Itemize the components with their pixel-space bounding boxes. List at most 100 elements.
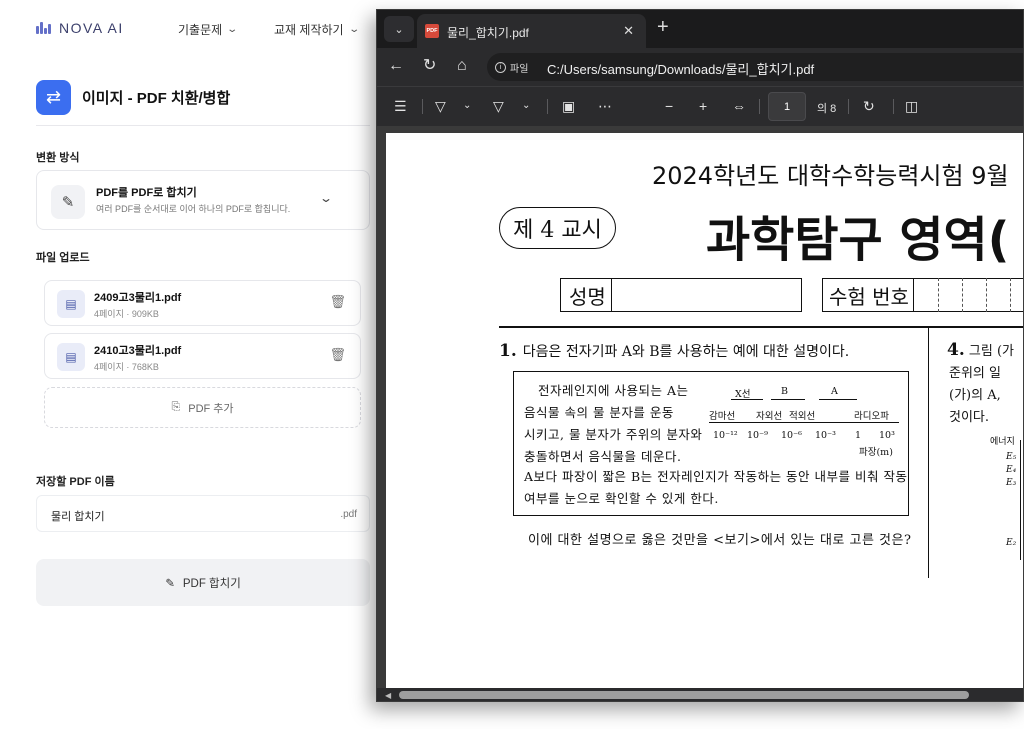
pdf-name-value[interactable]: 물리 합치기 bbox=[51, 508, 105, 524]
add-pdf-button[interactable]: ⎘ PDF 추가 bbox=[44, 387, 361, 428]
question-4-line: (가)의 A, bbox=[949, 388, 1001, 403]
toolbar-divider bbox=[422, 99, 423, 114]
merge-app-panel: NOVA AI 기출문제 ⌄ 교재 제작하기 ⌄ ⇄ 이미지 - PDF 치환/… bbox=[0, 0, 380, 729]
tick-label: 10⁻³ bbox=[815, 430, 836, 441]
passage-line: 음식물 속의 물 분자를 운동 bbox=[524, 405, 674, 420]
energy-level: E₃ bbox=[1006, 478, 1017, 488]
more-icon[interactable]: ⋯ bbox=[598, 98, 612, 114]
pdf-page: 2024학년도 대학수학능력시험 9월 제 4 교시 과학탐구 영역( 성명 수… bbox=[386, 133, 1023, 693]
save-name-label: 저장할 PDF 이름 bbox=[36, 476, 115, 488]
chevron-down-icon: ⌄ bbox=[394, 23, 404, 36]
highlight-icon[interactable]: ▽ bbox=[435, 98, 446, 114]
logo-bars-icon bbox=[36, 22, 53, 34]
column-rule bbox=[928, 328, 929, 578]
logo-text: NOVA AI bbox=[59, 20, 124, 36]
toolbar-divider bbox=[893, 99, 894, 114]
merge-pdf-button[interactable]: ✎ PDF 합치기 bbox=[36, 559, 370, 606]
tick-label: 10⁻¹² bbox=[713, 430, 738, 441]
home-icon[interactable]: ⌂ bbox=[457, 56, 467, 76]
page-view-icon[interactable]: ◫ bbox=[905, 98, 918, 114]
section-rule bbox=[499, 326, 1023, 328]
document-area[interactable]: 2024학년도 대학수학능력시험 9월 제 4 교시 과학탐구 영역( 성명 수… bbox=[377, 126, 1023, 693]
page-number-input[interactable]: 1 bbox=[768, 92, 806, 121]
energy-level: E₂ bbox=[1006, 538, 1017, 548]
fit-width-icon[interactable]: ⇔ bbox=[732, 98, 746, 114]
nav-create-textbook-label: 교재 제작하기 bbox=[274, 23, 344, 37]
scroll-left-icon[interactable]: ◀ bbox=[385, 691, 391, 700]
top-navigation: NOVA AI bbox=[36, 18, 124, 38]
exam-header: 2024학년도 대학수학능력시험 9월 bbox=[652, 162, 1009, 190]
conversion-method-select[interactable]: ✎ PDF를 PDF로 합치기 여러 PDF를 순서대로 이어 하나의 PDF로… bbox=[36, 170, 370, 230]
url-text[interactable]: C:/Users/samsung/Downloads/물리_합치기.pdf bbox=[547, 59, 814, 78]
question-1-ask: 이에 대한 설명으로 옳은 것만을 <보기>에서 있는 대로 고른 것은? bbox=[528, 533, 912, 548]
question-4: 4. 그림 (가 준위의 일 (가)의 A, 것이다. bbox=[947, 339, 1014, 429]
browser-tab-bar: ⌄ PDF 물리_합치기.pdf ✕ + bbox=[377, 10, 1023, 48]
file-document-icon: ▤ bbox=[57, 343, 85, 371]
trash-icon[interactable]: 🗑 bbox=[329, 347, 346, 363]
energy-level: E₄ bbox=[1006, 465, 1017, 475]
file-item[interactable]: ▤ 2410고3물리1.pdf 4페이지 · 768KB 🗑 bbox=[44, 333, 361, 379]
nav-create-textbook[interactable]: 교재 제작하기 ⌄ bbox=[274, 21, 360, 38]
nav-past-exams[interactable]: 기출문제 ⌄ bbox=[178, 21, 239, 38]
url-field[interactable]: i 파일 C:/Users/samsung/Downloads/물리_합치기.p… bbox=[487, 53, 1023, 81]
tab-actions-button[interactable]: ⌄ bbox=[384, 16, 414, 42]
tick-label: 10³ bbox=[879, 430, 895, 441]
digit-divider bbox=[962, 278, 963, 312]
browser-tab[interactable]: PDF 물리_합치기.pdf ✕ bbox=[417, 14, 646, 48]
contents-list-icon[interactable]: ☰ bbox=[394, 98, 407, 114]
site-info-button[interactable]: i 파일 bbox=[495, 60, 528, 75]
chevron-down-icon: ⌄ bbox=[226, 24, 239, 35]
band-label-bottom: 적외선 bbox=[789, 411, 816, 422]
zoom-out-icon[interactable]: − bbox=[665, 98, 673, 114]
band-bracket bbox=[771, 399, 805, 400]
trash-icon[interactable]: 🗑 bbox=[329, 294, 346, 310]
zoom-in-icon[interactable]: + bbox=[699, 98, 707, 114]
axis-unit-label: 파장(m) bbox=[859, 447, 893, 458]
band-bracket bbox=[819, 399, 857, 400]
file-item[interactable]: ▤ 2409고3물리1.pdf 4페이지 · 909KB 🗑 bbox=[44, 280, 361, 326]
digit-divider bbox=[938, 278, 939, 312]
band-label-top: B bbox=[781, 386, 788, 397]
question-1-stem: 1. 다음은 전자기파 A와 B를 사용하는 예에 대한 설명이다. bbox=[499, 341, 849, 361]
chevron-down-icon: ⌄ bbox=[347, 24, 360, 35]
chevron-down-icon[interactable]: ⌄ bbox=[522, 98, 530, 114]
url-scheme-label: 파일 bbox=[510, 64, 529, 75]
band-label-top: X선 bbox=[735, 389, 751, 400]
exam-title: 과학탐구 영역( bbox=[706, 212, 1010, 268]
energy-axis-label: 에너지 bbox=[990, 437, 1015, 447]
passage-line: 충돌하면서 음식물을 데운다. bbox=[524, 449, 682, 464]
pdf-name-input[interactable]: 물리 합치기 .pdf bbox=[36, 495, 370, 532]
file-name: 2410고3물리1.pdf bbox=[94, 345, 182, 357]
nova-ai-logo[interactable]: NOVA AI bbox=[36, 20, 124, 36]
page-title: 이미지 - PDF 치환/병합 bbox=[82, 90, 231, 107]
horizontal-scrollbar[interactable]: ◀ bbox=[377, 688, 1023, 701]
upload-section-label: 파일 업로드 bbox=[36, 252, 90, 264]
back-arrow-icon[interactable]: ← bbox=[388, 56, 404, 76]
pdf-extension: .pdf bbox=[340, 509, 357, 520]
text-box-icon[interactable]: ▣ bbox=[562, 98, 575, 114]
band-label-top: A bbox=[831, 386, 838, 397]
header-divider bbox=[36, 125, 370, 126]
scrollbar-thumb[interactable] bbox=[399, 691, 969, 699]
info-icon: i bbox=[495, 62, 506, 73]
page-total: 의 8 bbox=[817, 103, 837, 115]
passage-line: 전자레인지에 사용되는 A는 bbox=[538, 383, 689, 398]
rotate-icon[interactable]: ↻ bbox=[863, 98, 875, 114]
file-name: 2409고3물리1.pdf bbox=[94, 292, 182, 304]
close-icon[interactable]: ✕ bbox=[623, 23, 634, 39]
passage-conclusion: A보다 파장이 짧은 B는 전자레인지가 작동하는 동안 내부를 비춰 작동 여… bbox=[524, 469, 908, 506]
new-tab-icon[interactable]: + bbox=[657, 17, 669, 37]
question-1-number: 1. bbox=[499, 341, 517, 361]
file-meta: 4페이지 · 768KB bbox=[94, 362, 159, 372]
file-meta: 4페이지 · 909KB bbox=[94, 309, 159, 319]
page-header: ⇄ 이미지 - PDF 치환/병합 bbox=[36, 80, 230, 115]
tick-label: 10⁻⁶ bbox=[781, 430, 802, 441]
draw-icon[interactable]: ▽ bbox=[493, 98, 504, 114]
tab-title: 물리_합치기.pdf bbox=[447, 26, 529, 40]
energy-axis-line bbox=[1020, 440, 1021, 560]
file-add-icon: ⎘ bbox=[171, 401, 181, 413]
pdf-viewer-window: ⌄ PDF 물리_합치기.pdf ✕ + ← ↻ ⌂ i 파일 C:/Users… bbox=[376, 9, 1024, 702]
question-4-number: 4. bbox=[947, 340, 965, 360]
refresh-icon[interactable]: ↻ bbox=[423, 56, 436, 76]
chevron-down-icon[interactable]: ⌄ bbox=[463, 98, 471, 114]
